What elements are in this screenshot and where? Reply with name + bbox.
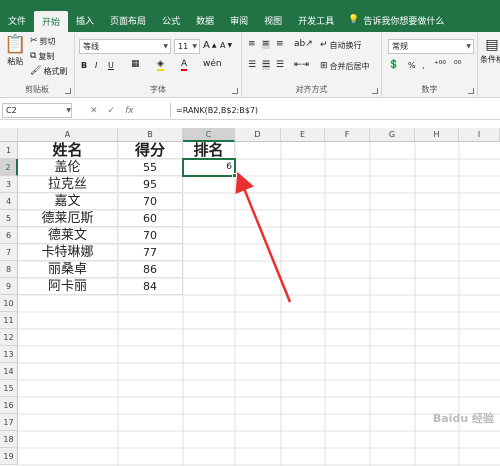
- annotation-arrow: [235, 171, 292, 303]
- watermark: Baidu 经验: [432, 412, 494, 425]
- red-arrow: [235, 171, 292, 303]
- row-header-18[interactable]: 18: [0, 431, 18, 448]
- row-header-19[interactable]: 19: [0, 448, 18, 465]
